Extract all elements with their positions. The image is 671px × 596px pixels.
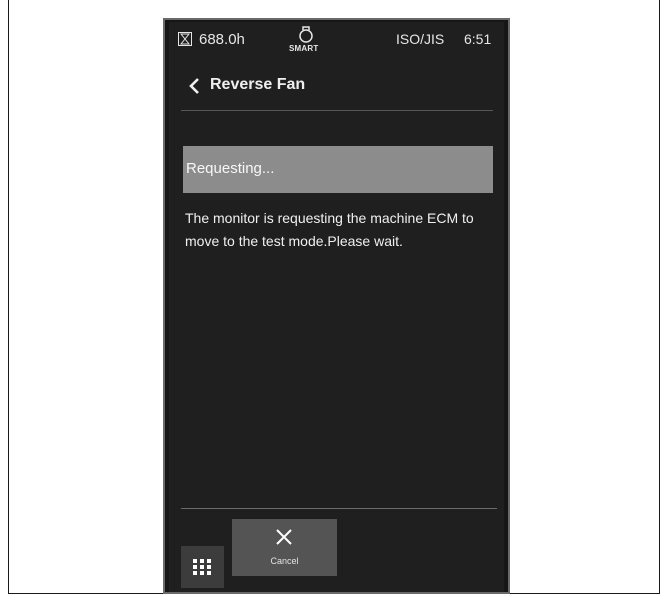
header-divider bbox=[181, 110, 493, 111]
hourglass-icon bbox=[178, 32, 192, 46]
footer-divider bbox=[181, 508, 497, 509]
standard-indicator: ISO/JIS bbox=[396, 31, 445, 47]
page-title: Reverse Fan bbox=[210, 76, 306, 93]
smart-engine-icon bbox=[299, 26, 313, 43]
menu-button[interactable] bbox=[181, 546, 224, 588]
close-icon bbox=[276, 529, 292, 545]
status-message: The monitor is requesting the machine EC… bbox=[185, 210, 474, 249]
cancel-button[interactable]: Cancel bbox=[232, 519, 337, 576]
grid-icon bbox=[193, 559, 211, 575]
monitor-screen: 688.0h SMART ISO/JIS 6:51 Reverse Fan Re… bbox=[169, 22, 504, 592]
smart-label: SMART bbox=[289, 44, 319, 53]
status-banner-text: Requesting... bbox=[186, 160, 275, 177]
monitor-device: 688.0h SMART ISO/JIS 6:51 Reverse Fan Re… bbox=[163, 18, 510, 594]
operating-hours: 688.0h bbox=[199, 31, 245, 48]
status-bar: 688.0h SMART ISO/JIS 6:51 bbox=[169, 22, 504, 58]
clock: 6:51 bbox=[464, 31, 492, 47]
chevron-left-icon[interactable] bbox=[187, 77, 201, 95]
smart-indicator: SMART bbox=[287, 25, 327, 57]
cancel-label: Cancel bbox=[270, 556, 299, 566]
screen-header: Reverse Fan bbox=[169, 66, 504, 110]
status-banner: Requesting... bbox=[183, 146, 493, 193]
